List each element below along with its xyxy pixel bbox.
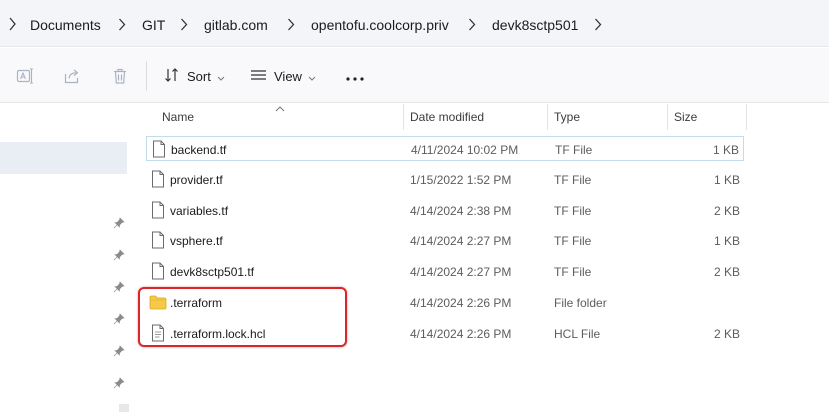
sort-label: Sort (187, 68, 211, 84)
pin-icon[interactable] (113, 377, 125, 389)
file-name: provider.tf (170, 173, 223, 187)
column-header-type[interactable]: Type (554, 104, 580, 130)
chevron-right-icon[interactable] (180, 18, 188, 31)
column-divider[interactable] (403, 104, 404, 130)
toolbar-divider (146, 61, 147, 91)
pin-icon[interactable] (113, 313, 125, 325)
column-header-name[interactable]: Name (162, 104, 194, 130)
sort-ascending-icon (275, 101, 285, 115)
file-date-modified: 4/11/2024 10:02 PM (411, 143, 519, 157)
file-row[interactable]: vsphere.tf 4/14/2024 2:27 PM TF File 1 KB (146, 228, 744, 253)
pin-icon[interactable] (113, 249, 125, 261)
chevron-right-icon[interactable] (118, 18, 126, 31)
file-date-modified: 4/14/2024 2:26 PM (410, 327, 512, 341)
highlight-annotation (138, 287, 347, 347)
breadcrumb-current-folder[interactable]: devk8sctp501 (492, 17, 578, 33)
file-icon (152, 140, 166, 158)
file-icon (151, 170, 165, 188)
file-row[interactable]: devk8sctp501.tf 4/14/2024 2:27 PM TF File 2… (146, 259, 744, 284)
breadcrumb-gitlab[interactable]: gitlab.com (204, 17, 268, 33)
sort-button[interactable]: Sort (164, 64, 225, 88)
sort-icon (164, 67, 180, 86)
file-row[interactable]: provider.tf 1/15/2022 1:52 PM TF File 1 KB (146, 167, 744, 192)
rename-icon[interactable] (16, 67, 34, 85)
file-icon (151, 231, 165, 249)
file-size: 2 KB (713, 265, 740, 279)
view-label: View (274, 68, 302, 84)
file-size: 1 KB (712, 143, 739, 157)
pin-icon[interactable] (113, 281, 125, 293)
view-button[interactable]: View (250, 64, 316, 88)
view-list-icon (250, 68, 267, 85)
file-row[interactable]: backend.tf 4/11/2024 10:02 PM TF File 1 KB (146, 136, 744, 161)
file-date-modified: 1/15/2022 1:52 PM (410, 173, 512, 187)
file-date-modified: 4/14/2024 2:26 PM (410, 296, 512, 310)
file-type: TF File (554, 234, 592, 248)
file-type: HCL File (554, 327, 601, 341)
trash-icon[interactable] (111, 67, 129, 85)
more-options-icon (345, 70, 365, 89)
chevron-down-icon (217, 69, 225, 84)
file-name: vsphere.tf (170, 234, 223, 248)
file-date-modified: 4/14/2024 2:38 PM (410, 204, 512, 218)
pin-icon[interactable] (113, 217, 125, 229)
address-bar: Documents GIT gitlab.com opentofu.coolco… (0, 0, 829, 47)
breadcrumb-git[interactable]: GIT (142, 17, 165, 33)
column-divider[interactable] (667, 104, 668, 130)
breadcrumb-opentofu[interactable]: opentofu.coolcorp.priv (311, 17, 449, 33)
file-row[interactable]: variables.tf 4/14/2024 2:38 PM TF File 2 KB (146, 198, 744, 223)
file-type: TF File (554, 173, 592, 187)
scrollbar[interactable] (119, 404, 129, 412)
file-size: 1 KB (713, 173, 740, 187)
file-icon (151, 262, 165, 280)
share-icon[interactable] (63, 67, 81, 85)
file-type: TF File (554, 265, 592, 279)
file-date-modified: 4/14/2024 2:27 PM (410, 265, 512, 279)
file-name: backend.tf (171, 143, 227, 157)
file-name: devk8sctp501.tf (170, 265, 255, 279)
chevron-right-icon[interactable] (9, 17, 16, 31)
chevron-right-icon[interactable] (594, 18, 602, 31)
file-type: TF File (555, 143, 593, 157)
file-name: variables.tf (170, 204, 229, 218)
column-header-size[interactable]: Size (674, 104, 697, 130)
file-type: TF File (554, 204, 592, 218)
more-options-button[interactable] (345, 67, 365, 91)
column-header-date[interactable]: Date modified (410, 104, 484, 130)
file-type: File folder (554, 296, 607, 310)
column-divider[interactable] (746, 104, 747, 130)
file-size: 1 KB (713, 234, 740, 248)
chevron-right-icon[interactable] (287, 18, 295, 31)
file-size: 2 KB (713, 204, 740, 218)
command-bar: Sort View (0, 48, 829, 103)
column-divider[interactable] (547, 104, 548, 130)
breadcrumb-documents[interactable]: Documents (30, 17, 101, 33)
file-icon (151, 201, 165, 219)
chevron-right-icon[interactable] (468, 18, 476, 31)
chevron-down-icon (308, 69, 316, 84)
pin-icon[interactable] (113, 345, 125, 357)
nav-selected-item[interactable] (0, 142, 127, 174)
file-date-modified: 4/14/2024 2:27 PM (410, 234, 512, 248)
file-size: 2 KB (713, 327, 740, 341)
